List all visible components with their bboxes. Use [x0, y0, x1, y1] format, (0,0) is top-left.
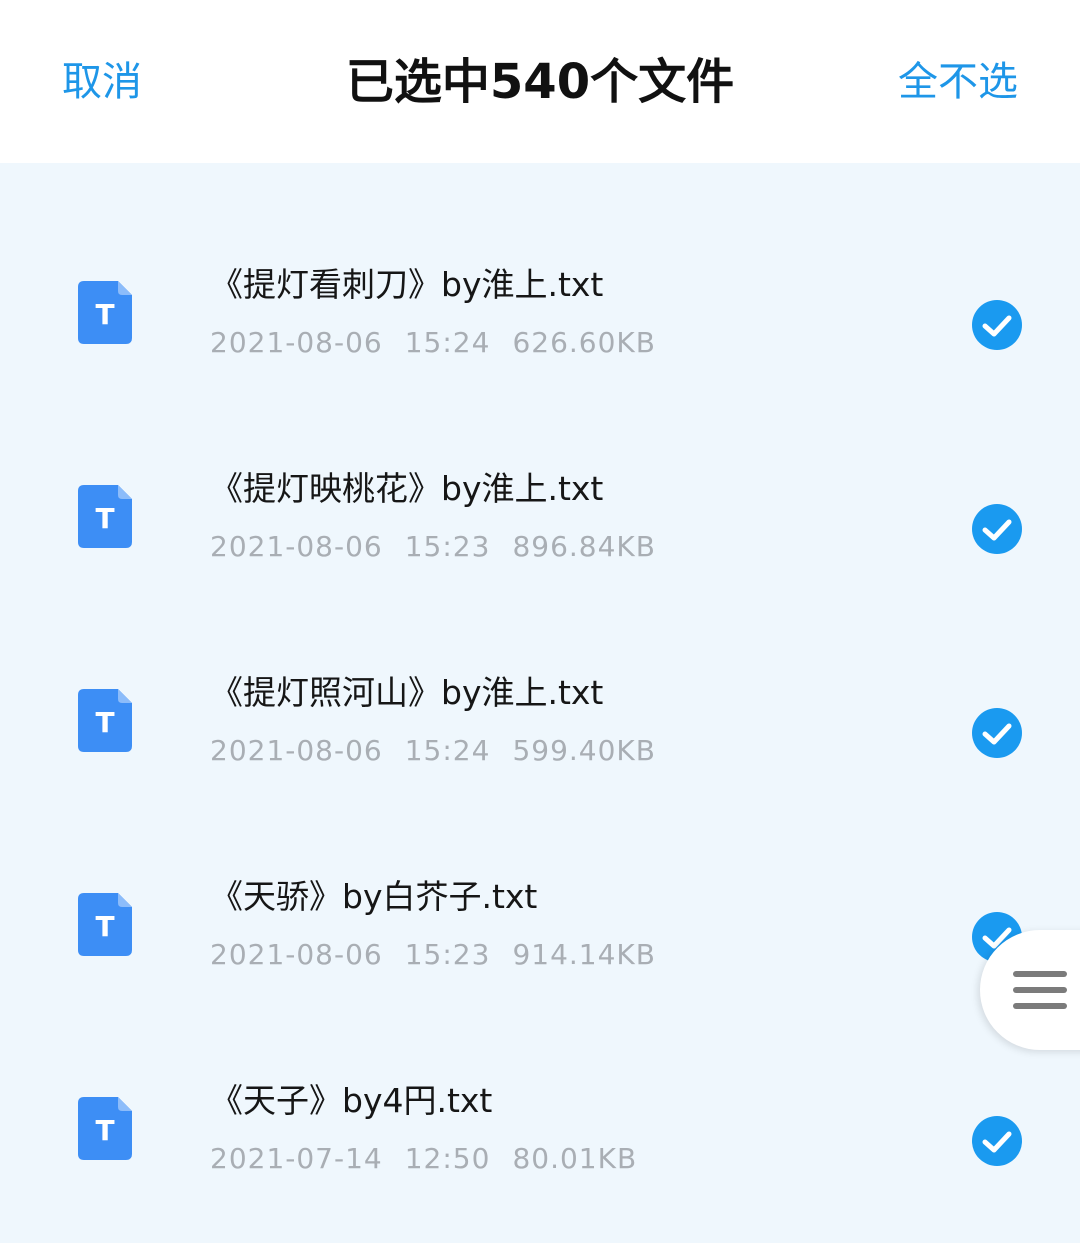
selected-check-icon[interactable] — [972, 504, 1022, 554]
menu-icon — [1013, 971, 1067, 977]
file-name: 《提灯看刺刀》by淮上.txt — [210, 265, 604, 304]
file-row[interactable]: T 《提灯看刺刀》by淮上.txt 2021-08-06 15:24 626.60KB — [0, 163, 1080, 367]
selected-check-icon[interactable] — [972, 708, 1022, 758]
file-name: 《天骄》by白芥子.txt — [210, 877, 538, 916]
file-size: 914.14KB — [512, 938, 656, 971]
text-file-icon: T — [78, 893, 132, 956]
file-icon-letter: T — [95, 910, 114, 943]
file-meta: 2021-07-14 12:50 80.01KB — [210, 1139, 659, 1179]
file-row[interactable]: T 《天骄》by白芥子.txt 2021-08-06 15:23 914.14KB — [0, 775, 1080, 979]
file-selection-screen: 取消 已选中540个文件 全不选 T 《提灯看刺刀》by淮上.txt 2021-08… — [0, 0, 1080, 1243]
file-icon-letter: T — [95, 502, 114, 535]
selection-header: 取消 已选中540个文件 全不选 — [0, 0, 1080, 163]
file-meta: 2021-08-06 15:24 626.60KB — [210, 323, 678, 363]
file-time: 15:23 — [404, 530, 491, 563]
text-file-icon: T — [78, 1097, 132, 1160]
file-date: 2021-08-06 — [210, 530, 383, 563]
file-name: 《提灯映桃花》by淮上.txt — [210, 469, 604, 508]
file-list: T 《提灯看刺刀》by淮上.txt 2021-08-06 15:24 626.60KB T… — [0, 163, 1080, 1243]
menu-icon-line — [1013, 1003, 1067, 1009]
file-time: 12:50 — [404, 1142, 491, 1175]
file-time: 15:24 — [404, 734, 491, 767]
file-row[interactable]: T 《天子》by4円.txt 2021-07-14 12:50 80.01KB — [0, 979, 1080, 1183]
file-icon-letter: T — [95, 1114, 114, 1147]
file-time: 15:24 — [404, 326, 491, 359]
file-row[interactable]: T 《提灯映桃花》by淮上.txt 2021-08-06 15:23 896.84KB — [0, 367, 1080, 571]
file-icon-letter: T — [95, 706, 114, 739]
text-file-icon: T — [78, 485, 132, 548]
select-none-button[interactable]: 全不选 — [898, 52, 1018, 112]
file-size: 896.84KB — [512, 530, 656, 563]
text-file-icon: T — [78, 281, 132, 344]
file-name: 《提灯照河山》by淮上.txt — [210, 673, 604, 712]
selected-check-icon[interactable] — [972, 1116, 1022, 1166]
file-size: 80.01KB — [512, 1142, 638, 1175]
menu-icon-line — [1013, 987, 1067, 993]
file-row[interactable]: T 《提灯照河山》by淮上.txt 2021-08-06 15:24 599.40KB — [0, 571, 1080, 775]
file-date: 2021-08-06 — [210, 734, 383, 767]
text-file-icon: T — [78, 689, 132, 752]
file-date: 2021-07-14 — [210, 1142, 383, 1175]
file-size: 599.40KB — [512, 734, 656, 767]
file-time: 15:23 — [404, 938, 491, 971]
file-icon-letter: T — [95, 298, 114, 331]
file-name: 《天子》by4円.txt — [210, 1081, 493, 1120]
file-date: 2021-08-06 — [210, 938, 383, 971]
file-date: 2021-08-06 — [210, 326, 383, 359]
selected-check-icon[interactable] — [972, 300, 1022, 350]
file-meta: 2021-08-06 15:23 914.14KB — [210, 935, 678, 975]
file-meta: 2021-08-06 15:24 599.40KB — [210, 731, 678, 771]
file-size: 626.60KB — [512, 326, 656, 359]
file-meta: 2021-08-06 15:23 896.84KB — [210, 527, 678, 567]
